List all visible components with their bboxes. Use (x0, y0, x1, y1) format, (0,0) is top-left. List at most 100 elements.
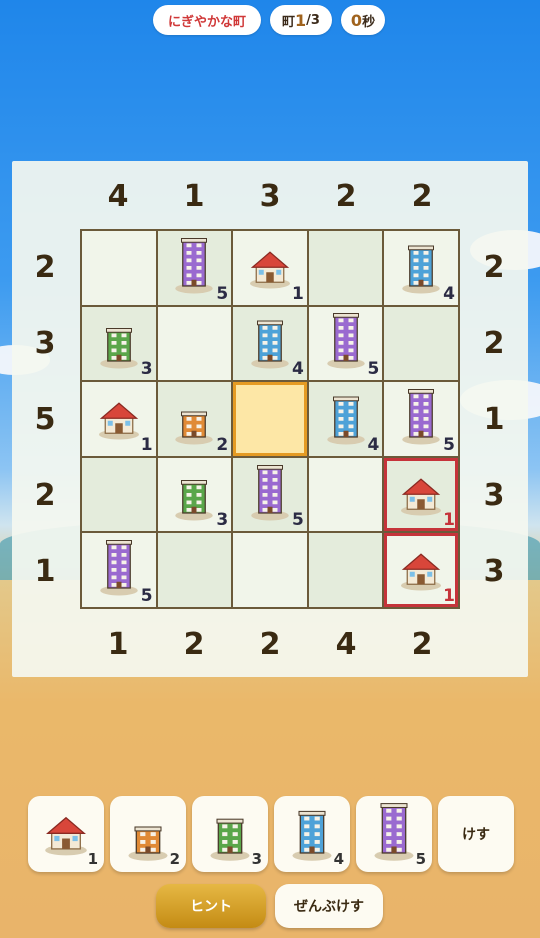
grid-cell-r1-c5[interactable]: 4 (384, 231, 458, 305)
grid-cell-r3-c2[interactable]: 2 (157, 382, 232, 456)
clue-right-5: 3 (483, 553, 505, 589)
building-icon (245, 463, 295, 527)
palette-height-label: 4 (333, 850, 344, 868)
palette-height-label: 5 (415, 850, 426, 868)
puzzle-grid: 5 1 4 3 4 5 1 2 4 5 3 5 1 5 1 (80, 229, 460, 609)
clue-top-1: 4 (107, 178, 129, 214)
building-icon (94, 311, 144, 375)
building-icon (396, 236, 446, 300)
palette-button-3[interactable]: 3 (192, 796, 268, 872)
building-icon (321, 311, 371, 375)
cell-height-label: 1 (291, 283, 304, 304)
grid-cell-r4-c2[interactable]: 3 (157, 457, 232, 532)
clue-right-3: 1 (483, 401, 505, 437)
grid-cell-r4-c1[interactable] (82, 457, 156, 532)
house-icon (40, 806, 92, 862)
palette-height-label: 3 (251, 850, 262, 868)
clue-right-2: 2 (483, 325, 505, 361)
erase-button[interactable]: けす (438, 796, 514, 872)
building-icon (169, 236, 219, 300)
cell-height-label: 5 (140, 585, 153, 606)
grid-cell-r3-c5[interactable]: 5 (384, 382, 458, 456)
clue-left-1: 2 (34, 249, 56, 285)
palette-button-5[interactable]: 5 (356, 796, 432, 872)
cell-height-label: 5 (443, 434, 455, 455)
grid-cell-r2-c1[interactable]: 3 (82, 306, 156, 381)
grid-cell-r2-c3[interactable]: 4 (233, 306, 307, 381)
grid-cell-r3-c1[interactable]: 1 (82, 382, 156, 456)
hint-button[interactable]: ヒント (156, 884, 266, 928)
green-building-icon (204, 801, 256, 867)
grid-cell-r2-c5[interactable] (384, 306, 458, 381)
erase-label: けす (462, 827, 490, 843)
building-palette: 1 2 3 4 5 けす (28, 796, 514, 872)
clue-bottom-5: 2 (411, 626, 433, 662)
cell-height-label: 4 (291, 359, 304, 380)
grid-cell-r1-c3[interactable]: 1 (233, 231, 307, 305)
clue-top-2: 1 (183, 178, 205, 214)
grid-cell-r2-c4[interactable]: 5 (308, 306, 383, 381)
cell-height-label: 5 (367, 359, 380, 380)
building-icon (94, 538, 144, 602)
cell-height-label: 2 (216, 434, 229, 455)
building-icon (169, 387, 219, 451)
palette-button-4[interactable]: 4 (274, 796, 350, 872)
clue-bottom-2: 2 (183, 626, 205, 662)
grid-cell-r5-c2[interactable] (157, 533, 232, 607)
clue-left-4: 2 (34, 477, 56, 513)
town-name: にぎやかな町 (167, 14, 246, 30)
grid-cell-r5-c5[interactable]: 1 (384, 533, 458, 607)
timer-pill: 0 秒 (341, 5, 385, 35)
clue-left-3: 5 (34, 401, 56, 437)
grid-cell-r5-c4[interactable] (308, 533, 383, 607)
clue-left-5: 1 (34, 553, 56, 589)
cell-height-label: 4 (367, 434, 380, 455)
house-icon (245, 241, 295, 295)
clear-all-label: ぜんぶけす (294, 899, 364, 915)
cell-height-label: 3 (216, 510, 229, 531)
clue-bottom-4: 4 (335, 626, 357, 662)
grid-cell-r4-c5[interactable]: 1 (384, 457, 458, 532)
grid-cell-r5-c3[interactable] (233, 533, 307, 607)
clue-right-4: 3 (483, 477, 505, 513)
blue-building-icon (286, 801, 338, 867)
palette-height-label: 1 (87, 850, 98, 868)
grid-cell-r5-c1[interactable]: 5 (82, 533, 156, 607)
orange-building-icon (122, 801, 174, 867)
grid-cell-r4-c4[interactable] (308, 457, 383, 532)
timer-value: 0 (350, 10, 363, 30)
hint-label: ヒント (190, 899, 232, 915)
cell-height-label: 5 (291, 510, 304, 531)
cell-height-label: 3 (140, 359, 153, 380)
palette-button-1[interactable]: 1 (28, 796, 104, 872)
cell-height-label: 1 (443, 585, 455, 606)
building-icon (321, 387, 371, 451)
grid-cell-r3-c4[interactable]: 4 (308, 382, 383, 456)
building-icon (396, 387, 446, 451)
cell-height-label: 1 (443, 510, 455, 531)
grid-cell-r4-c3[interactable]: 5 (233, 457, 307, 532)
clue-top-5: 2 (411, 178, 433, 214)
palette-height-label: 2 (169, 850, 180, 868)
grid-cell-r2-c2[interactable] (157, 306, 232, 381)
grid-cell-r1-c1[interactable] (82, 231, 156, 305)
clue-left-2: 3 (34, 325, 56, 361)
town-progress-pill: 町 1 /3 (270, 5, 332, 35)
grid-cell-r1-c4[interactable] (308, 231, 383, 305)
town-current: 1 (295, 10, 307, 30)
palette-button-2[interactable]: 2 (110, 796, 186, 872)
town-prefix: 町 (282, 14, 296, 30)
cell-height-label: 4 (443, 283, 455, 304)
timer-unit: 秒 (362, 14, 376, 30)
grid-cell-r3-c3[interactable] (233, 382, 307, 456)
clear-all-button[interactable]: ぜんぶけす (275, 884, 383, 928)
building-icon (169, 463, 219, 527)
house-icon (94, 392, 144, 446)
cell-height-label: 1 (140, 434, 153, 455)
clue-top-3: 3 (259, 178, 281, 214)
grid-cell-r1-c2[interactable]: 5 (157, 231, 232, 305)
house-icon (396, 468, 446, 522)
clue-bottom-3: 2 (259, 626, 281, 662)
clue-top-4: 2 (335, 178, 357, 214)
clue-bottom-1: 1 (107, 626, 129, 662)
